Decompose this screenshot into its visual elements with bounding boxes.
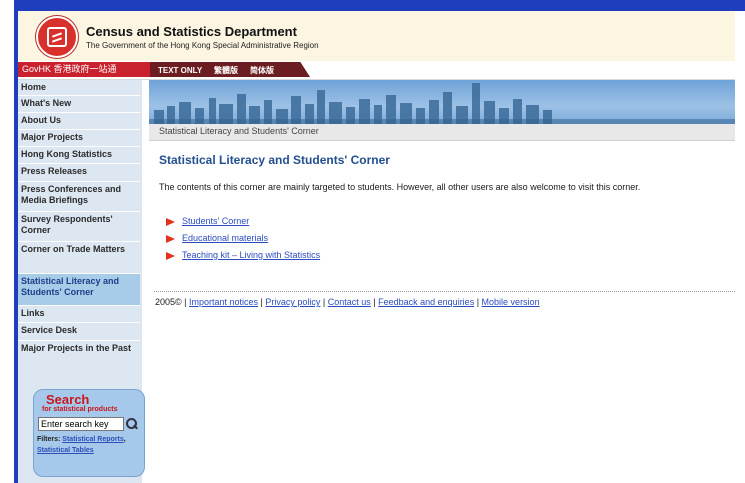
link-students-corner[interactable]: Students' Corner xyxy=(182,216,249,226)
logo-mark xyxy=(47,27,67,47)
sidebar-item-trade-matters[interactable]: Corner on Trade Matters xyxy=(18,242,140,274)
footer-link-privacy-policy[interactable]: Privacy policy xyxy=(265,297,320,307)
footer-link-feedback[interactable]: Feedback and enquiries xyxy=(378,297,474,307)
filters-label: Filters: xyxy=(37,436,61,443)
footer-link-contact-us[interactable]: Contact us xyxy=(328,297,371,307)
arrow-icon xyxy=(166,252,175,260)
search-handle xyxy=(133,424,138,430)
traditional-chinese-link[interactable]: 繁體版 xyxy=(214,63,238,77)
top-bar: GovHK 香港政府一站通 TEXT ONLY 繁體版 简体版 xyxy=(18,61,735,80)
sidebar-item-survey-respondents[interactable]: Survey Respondents' Corner xyxy=(18,212,140,242)
page-title: Statistical Literacy and Students' Corne… xyxy=(159,153,390,167)
language-tab: TEXT ONLY 繁體版 简体版 xyxy=(150,62,310,77)
footer-link-mobile-version[interactable]: Mobile version xyxy=(482,297,540,307)
arrow-icon xyxy=(166,218,175,226)
search-panel: Search for statistical products Filters:… xyxy=(33,389,145,477)
sidebar-item-past-projects[interactable]: Major Projects in the Past xyxy=(18,341,140,371)
govhk-link[interactable]: GovHK 香港政府一站通 xyxy=(18,62,150,77)
search-subheading: for statistical products xyxy=(42,406,118,413)
link-educational-materials[interactable]: Educational materials xyxy=(182,233,268,243)
sidebar-item-whats-new[interactable]: What's New xyxy=(18,96,140,113)
department-title: Census and Statistics Department xyxy=(86,24,297,39)
breadcrumb: Statistical Literacy and Students' Corne… xyxy=(149,124,735,141)
filter-statistical-tables[interactable]: Statistical Tables xyxy=(37,447,94,454)
link-teaching-kit[interactable]: Teaching kit – Living with Statistics xyxy=(182,250,320,260)
frame-right-margin xyxy=(735,11,745,483)
page-footer: 2005© | Important notices | Privacy poli… xyxy=(155,297,540,307)
copyright-text: 2005© xyxy=(155,297,182,307)
sidebar-item-press-conferences[interactable]: Press Conferences and Media Briefings xyxy=(18,182,140,212)
department-subtitle: The Government of the Hong Kong Special … xyxy=(86,41,319,50)
breadcrumb-current: Statistical Literacy and Students' Corne… xyxy=(159,126,319,136)
csd-logo-icon[interactable] xyxy=(36,16,78,58)
footer-divider xyxy=(154,291,735,292)
footer-link-important-notices[interactable]: Important notices xyxy=(189,297,258,307)
search-heading: Search xyxy=(46,392,90,407)
search-icon[interactable] xyxy=(125,417,139,431)
web-page: Census and Statistics Department The Gov… xyxy=(18,11,735,483)
sidebar-item-home[interactable]: Home xyxy=(18,80,140,96)
sidebar-item-statistical-literacy[interactable]: Statistical Literacy and Students' Corne… xyxy=(18,274,140,306)
sidebar-item-major-projects[interactable]: Major Projects xyxy=(18,130,140,147)
sidebar-item-hong-kong-statistics[interactable]: Hong Kong Statistics xyxy=(18,147,140,164)
site-header: Census and Statistics Department The Gov… xyxy=(18,11,735,61)
sidebar-item-press-releases[interactable]: Press Releases xyxy=(18,164,140,182)
sidebar-item-service-desk[interactable]: Service Desk xyxy=(18,323,140,341)
text-only-link[interactable]: TEXT ONLY xyxy=(158,63,202,77)
sidebar-item-about-us[interactable]: About Us xyxy=(18,113,140,130)
simplified-chinese-link[interactable]: 简体版 xyxy=(250,63,274,77)
intro-text: The contents of this corner are mainly t… xyxy=(159,182,641,192)
search-input[interactable] xyxy=(38,417,124,431)
arrow-icon xyxy=(166,235,175,243)
filter-statistical-reports[interactable]: Statistical Reports xyxy=(62,436,123,443)
search-filters: Filters: Statistical Reports, Statistica… xyxy=(37,436,126,454)
sidebar-item-links[interactable]: Links xyxy=(18,306,140,323)
skyline-banner xyxy=(149,80,735,124)
skyline-image xyxy=(149,83,735,124)
frame-top-border xyxy=(14,0,745,11)
browser-frame: Census and Statistics Department The Gov… xyxy=(0,0,745,483)
